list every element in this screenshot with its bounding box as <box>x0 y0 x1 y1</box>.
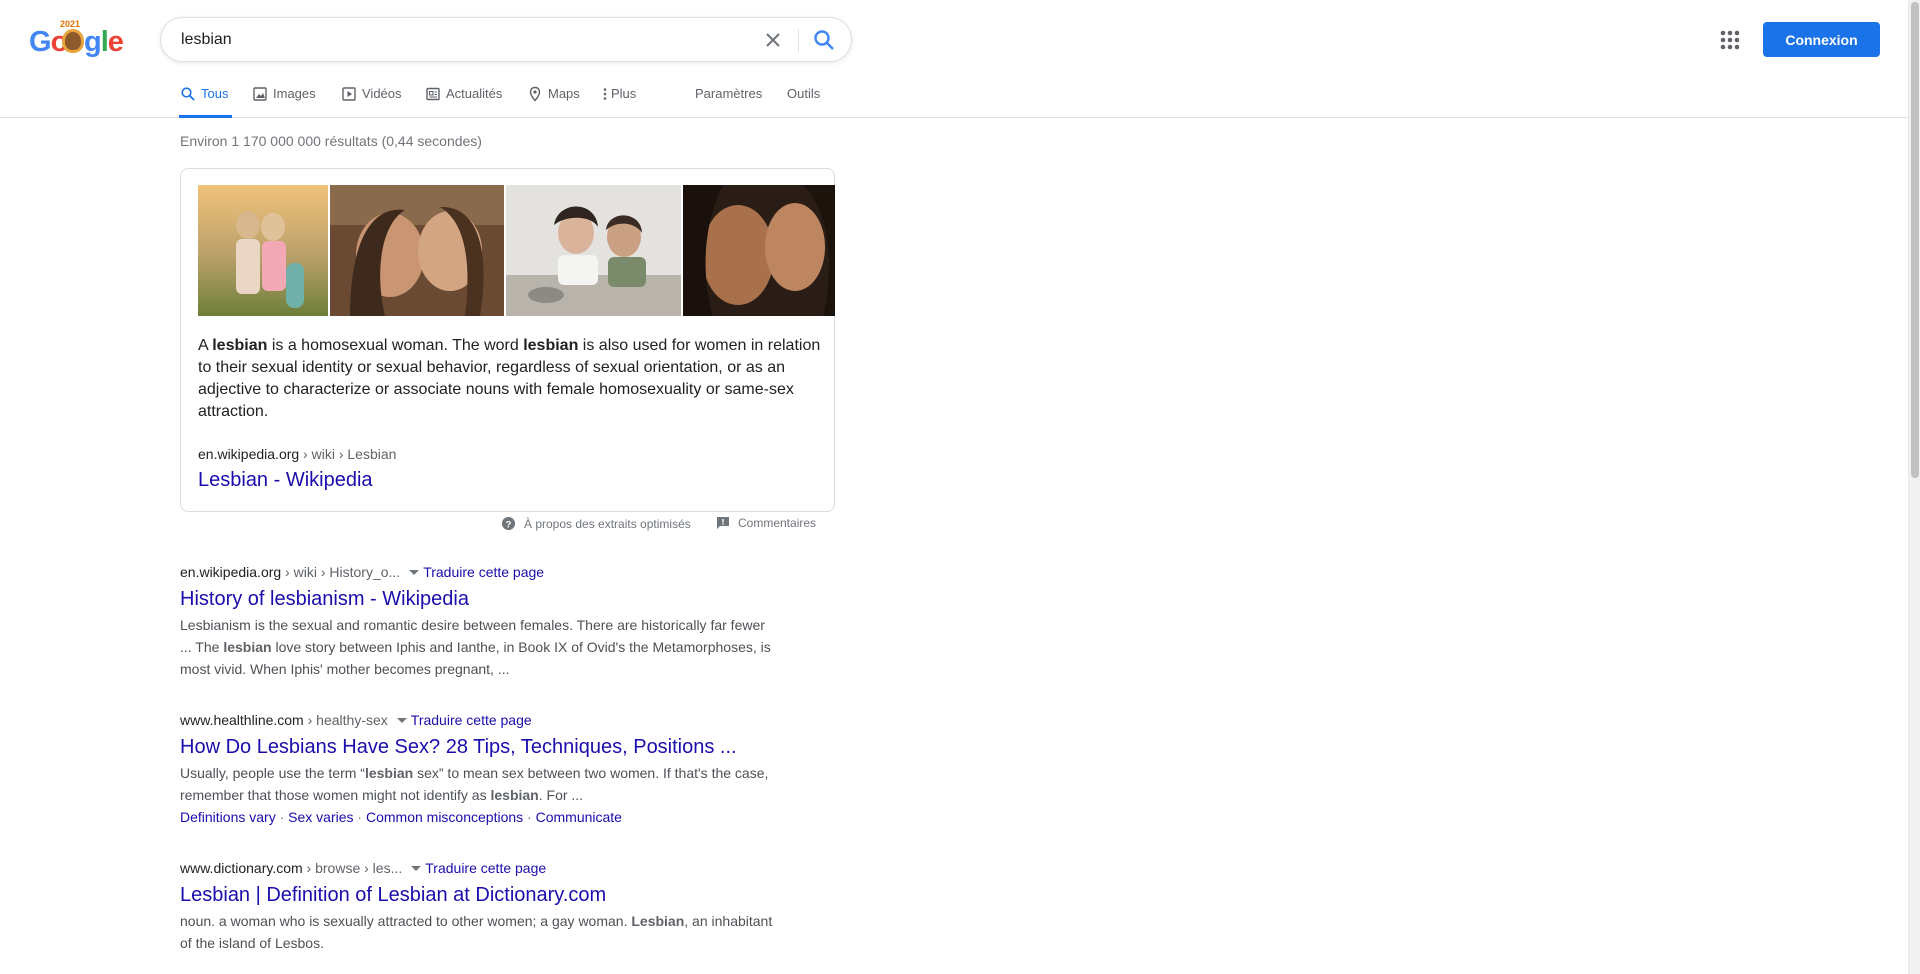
search-result: www.dictionary.com › browse › les... Trad… <box>180 858 780 954</box>
result-description: noun. a woman who is sexually attracted … <box>180 913 773 951</box>
tab-all[interactable]: Tous <box>178 80 233 118</box>
chevron-down-icon[interactable] <box>411 865 422 871</box>
map-pin-icon <box>529 86 541 102</box>
tab-videos[interactable]: Vidéos <box>341 80 402 118</box>
snippet-image-2[interactable] <box>330 185 504 316</box>
signin-button[interactable]: Connexion <box>1763 22 1880 57</box>
search-icon[interactable] <box>811 27 837 53</box>
snippet-cite: en.wikipedia.org › wiki › Lesbian <box>198 446 397 462</box>
image-icon <box>253 87 267 101</box>
search-result: www.healthline.com › healthy-sex Traduire… <box>180 710 780 828</box>
snippet-image-1[interactable] <box>198 185 328 316</box>
result-title-link[interactable]: How Do Lesbians Have Sex? 28 Tips, Techn… <box>180 734 780 760</box>
video-icon <box>342 87 356 101</box>
about-snippets-link[interactable]: ? À propos des extraits optimisés <box>501 516 691 531</box>
search-divider <box>798 29 799 52</box>
tab-images[interactable]: Images <box>252 80 316 118</box>
turkey-doodle-icon <box>62 29 84 53</box>
google-doodle-logo[interactable]: 2021 Google <box>29 19 124 58</box>
translate-link[interactable]: Traduire cette page <box>411 712 532 728</box>
snippet-title-link[interactable]: Lesbian - Wikipedia <box>198 469 373 492</box>
result-cite: www.dictionary.com › browse › les... Trad… <box>180 860 547 876</box>
news-icon <box>426 87 440 101</box>
tab-maps[interactable]: Maps <box>527 80 580 118</box>
result-cite: www.healthline.com › healthy-sex Traduire… <box>180 712 532 728</box>
snippet-text: A lesbian is a homosexual woman. The wor… <box>198 337 821 420</box>
search-box <box>160 17 852 62</box>
result-title-link[interactable]: History of lesbianism - Wikipedia <box>180 586 780 612</box>
featured-snippet: A lesbian is a homosexual woman. The wor… <box>180 168 835 512</box>
snippet-image-4[interactable] <box>683 185 835 316</box>
scrollbar-thumb[interactable] <box>1911 2 1919 478</box>
sitelink[interactable]: Communicate <box>536 809 622 825</box>
tab-settings[interactable]: Paramètres <box>695 80 762 118</box>
sitelink[interactable]: Sex varies <box>288 809 353 825</box>
chevron-down-icon[interactable] <box>409 569 420 575</box>
apps-grid-icon[interactable] <box>1716 27 1744 53</box>
snippet-image-3[interactable] <box>506 185 681 316</box>
feedback-icon <box>717 517 729 529</box>
header: 2021 Google Connexion Tous Image <box>0 0 1908 118</box>
result-sitelinks: Definitions vary · Sex varies · Common m… <box>180 809 622 825</box>
tab-tools[interactable]: Outils <box>787 80 820 118</box>
result-description: Lesbianism is the sexual and romantic de… <box>180 617 771 677</box>
help-icon: ? <box>501 516 516 531</box>
search-icon <box>181 87 195 101</box>
page-scrollbar[interactable] <box>1908 0 1920 974</box>
translate-link[interactable]: Traduire cette page <box>423 564 544 580</box>
tab-more[interactable]: Plus <box>601 80 636 118</box>
chevron-down-icon[interactable] <box>396 717 407 723</box>
search-result: en.wikipedia.org › wiki › History_o... Tr… <box>180 562 780 680</box>
translate-link[interactable]: Traduire cette page <box>425 860 546 876</box>
feedback-link[interactable]: Commentaires <box>716 516 816 530</box>
sitelink[interactable]: Common misconceptions <box>366 809 523 825</box>
result-description: Usually, people use the term “lesbian se… <box>180 765 769 803</box>
snippet-image-row <box>198 185 835 316</box>
result-cite: en.wikipedia.org › wiki › History_o... Tr… <box>180 564 545 580</box>
svg-text:?: ? <box>506 519 512 529</box>
more-vert-icon <box>603 88 607 100</box>
sitelink[interactable]: Definitions vary <box>180 809 276 825</box>
result-title-link[interactable]: Lesbian | Definition of Lesbian at Dicti… <box>180 882 780 908</box>
search-input[interactable] <box>181 18 741 61</box>
clear-search-icon[interactable] <box>761 28 785 52</box>
result-stats: Environ 1 170 000 000 résultats (0,44 se… <box>180 133 482 149</box>
tab-news[interactable]: Actualités <box>425 80 502 118</box>
